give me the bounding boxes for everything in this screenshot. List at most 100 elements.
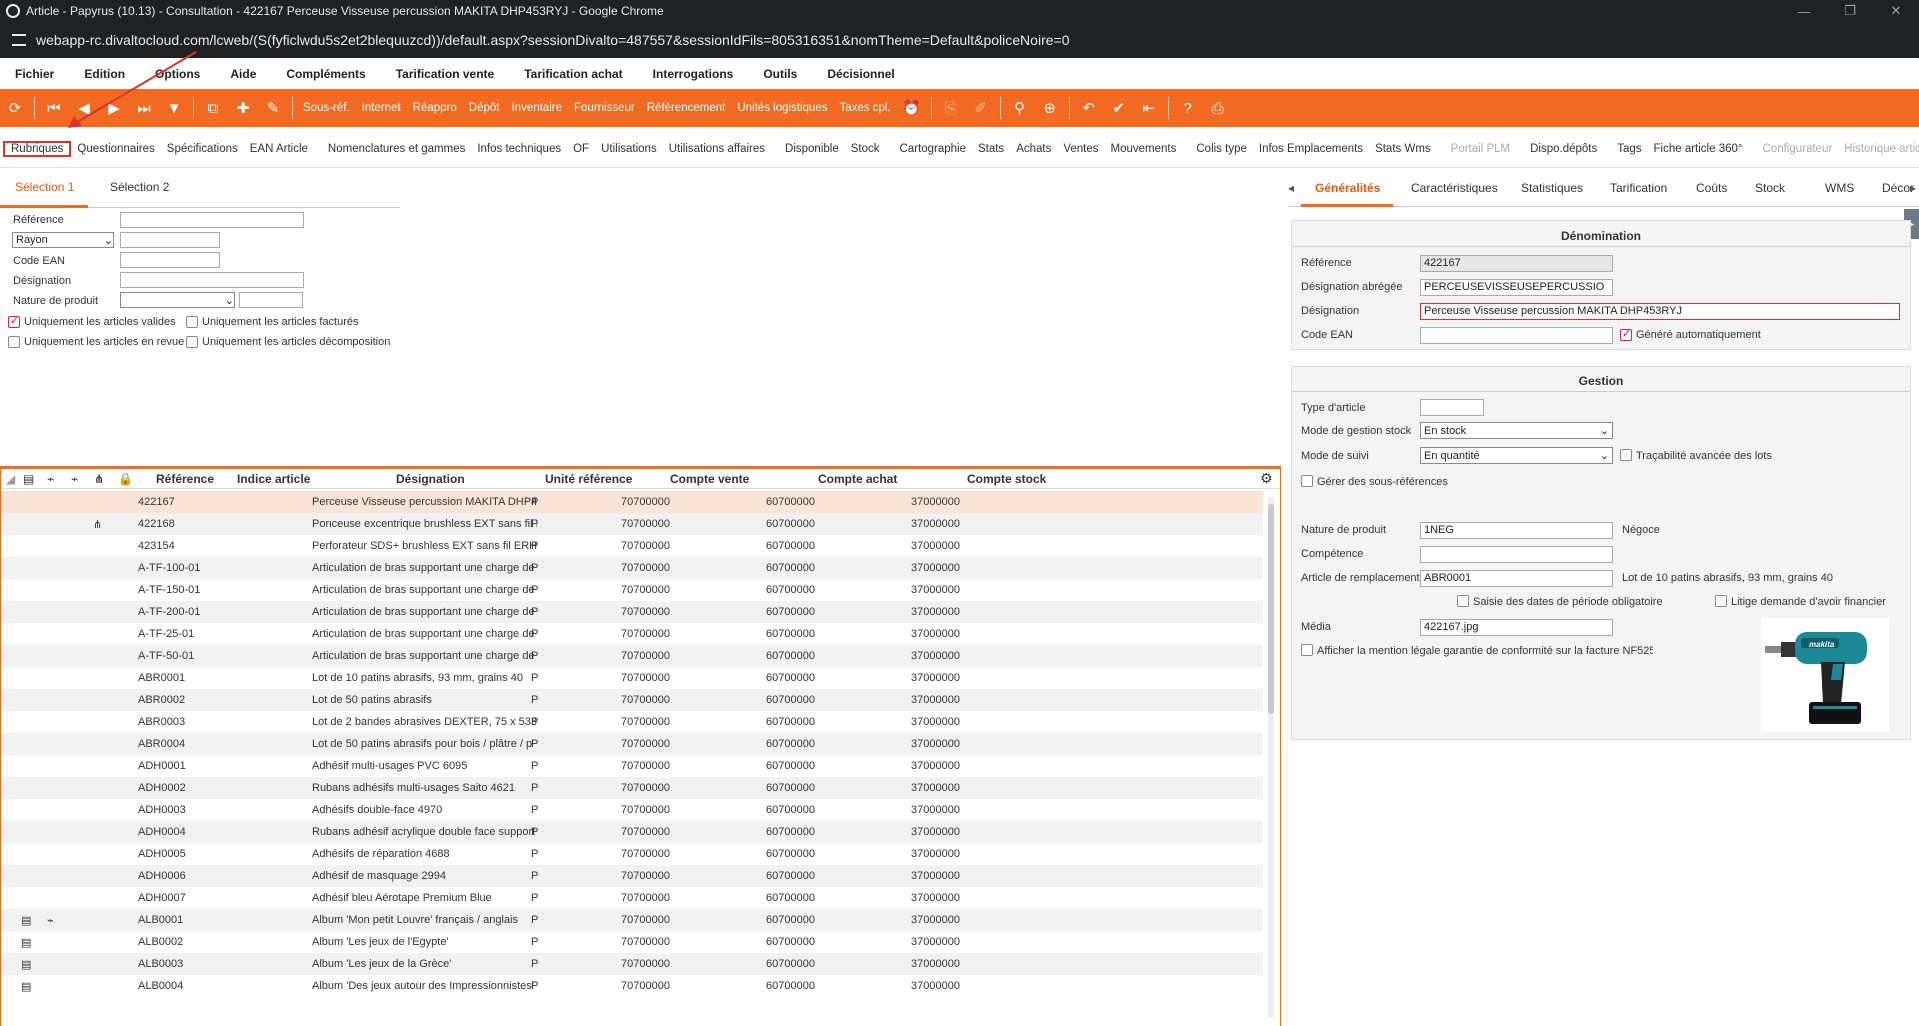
tab-selection-1[interactable]: Sélection 1 — [15, 180, 74, 194]
tab-g5-0[interactable]: Colis type — [1190, 143, 1253, 155]
tab-caracteristiques[interactable]: Caractéristiques — [1411, 181, 1498, 195]
den-reference-input[interactable]: 422167 — [1420, 255, 1613, 272]
lock-column-icon[interactable]: 🔒 — [118, 472, 133, 486]
tab-g4-2[interactable]: Achats — [1010, 143, 1057, 155]
tab-scroll-right-icon[interactable]: ▸ — [1910, 181, 1916, 195]
designation-input[interactable] — [120, 272, 304, 288]
attachment-column-icon[interactable]: ⌁ — [47, 472, 54, 486]
table-row[interactable]: ADH0007 Adhésif bleu Aérotape Premium Blu… — [1, 887, 1263, 909]
competence-input[interactable] — [1420, 546, 1613, 563]
chk-articles-factures[interactable] — [186, 316, 198, 328]
table-row[interactable]: ABR0002 Lot de 50 patins abrasifs P 7070000… — [1, 689, 1263, 711]
search-icon[interactable]: ⚲ — [1005, 89, 1035, 127]
restore-icon[interactable]: ❐ — [1827, 0, 1873, 22]
table-row[interactable]: ABR0004 Lot de 50 patins abrasifs pour bo… — [1, 733, 1263, 755]
table-row[interactable]: ADH0005 Adhésifs de réparation 4688 P 70700… — [1, 843, 1263, 865]
tree-column-icon[interactable]: ⋔ — [94, 472, 104, 486]
edit-icon[interactable]: ✎ — [258, 89, 288, 127]
tab-g3-0[interactable]: Disponible — [779, 143, 845, 155]
tab-g4-0[interactable]: Cartographie — [893, 143, 971, 155]
tab-g2-4[interactable]: Utilisations affaires — [663, 143, 771, 155]
tab-g5-2[interactable]: Stats Wms — [1369, 143, 1437, 155]
table-row[interactable]: A-TF-100-01 Articulation de bras supporta… — [1, 557, 1263, 579]
table-row[interactable]: ADH0003 Adhésifs double-face 4970 P 7070000… — [1, 799, 1263, 821]
col-indice-article[interactable]: Indice article — [237, 472, 310, 486]
menu-item-0[interactable]: Fichier — [0, 67, 69, 81]
address-bar[interactable]: webapp-rc.divaltocloud.com/lcweb/(S(fyfi… — [0, 22, 1919, 58]
tab-tarification[interactable]: Tarification — [1610, 181, 1667, 195]
print-icon[interactable]: ⎙ — [1203, 89, 1233, 127]
alarm-icon[interactable]: ⏰ — [897, 89, 927, 127]
notes-icon[interactable]: ▤ — [21, 980, 31, 993]
tab-g1-1[interactable]: Questionnaires — [71, 143, 160, 155]
tab-g8-1[interactable]: Fiche article 360° — [1648, 143, 1749, 155]
tab-g2-1[interactable]: Infos techniques — [471, 143, 567, 155]
table-row[interactable]: ABR0001 Lot de 10 patins abrasifs, 93 mm,… — [1, 667, 1263, 689]
tab-g5-1[interactable]: Infos Emplacements — [1253, 143, 1369, 155]
col-reference[interactable]: Référence — [156, 472, 214, 486]
chk-saisie-dates[interactable] — [1457, 595, 1469, 607]
table-row[interactable]: 422167 Perceuse Visseuse percussion MAKIT… — [1, 491, 1263, 513]
media-input[interactable]: 422167.jpg — [1420, 619, 1613, 636]
chk-sous-references[interactable] — [1301, 475, 1313, 487]
resize-handle-icon[interactable]: ◢ — [6, 472, 15, 486]
den-abregee-input[interactable]: PERCEUSEVISSEUSEPERCUSSIO — [1420, 279, 1613, 296]
tab-selection-2[interactable]: Sélection 2 — [110, 180, 169, 194]
notes-icon[interactable]: ▤ — [21, 958, 31, 971]
den-designation-input[interactable]: Perceuse Visseuse percussion MAKITA DHP4… — [1420, 303, 1900, 320]
code-ean-input[interactable] — [120, 252, 220, 268]
menu-item-5[interactable]: Tarification vente — [381, 67, 509, 81]
chk-tracabilite[interactable] — [1620, 449, 1632, 461]
menu-item-9[interactable]: Décisionnel — [812, 67, 909, 81]
nature-input[interactable] — [239, 292, 303, 308]
rayon-input[interactable] — [120, 232, 220, 248]
minimize-icon[interactable]: — — [1781, 0, 1827, 22]
table-row[interactable]: ABR0003 Lot de 2 bandes abrasives DEXTER,… — [1, 711, 1263, 733]
chk-articles-revue[interactable] — [8, 336, 20, 348]
toolbar-label-4[interactable]: Inventaire — [505, 102, 568, 114]
notes-column-icon[interactable]: ▤ — [23, 472, 34, 486]
exit-icon[interactable]: ⇤ — [1134, 89, 1164, 127]
tab-g1-0[interactable]: Rubriques — [3, 140, 72, 157]
tab-g4-3[interactable]: Ventes — [1057, 143, 1104, 155]
tab-g3-1[interactable]: Stock — [845, 143, 886, 155]
toolbar-label-7[interactable]: Unités logistiques — [731, 102, 833, 114]
undo-icon[interactable]: ↶ — [1074, 89, 1104, 127]
col-designation[interactable]: Désignation — [396, 472, 465, 486]
gear-icon[interactable]: ⚙ — [1260, 470, 1273, 487]
menu-item-6[interactable]: Tarification achat — [509, 67, 637, 81]
url-text[interactable]: webapp-rc.divaltocloud.com/lcweb/(S(fyfi… — [36, 32, 1069, 48]
table-row[interactable]: ALB0002 Album 'Les jeux de l'Egypte' P 7070… — [1, 931, 1263, 953]
table-row[interactable]: ALB0001 Album 'Mon petit Louvre' français… — [1, 909, 1263, 931]
help-icon[interactable]: ? — [1173, 89, 1203, 127]
toolbar-label-1[interactable]: Internet — [356, 102, 407, 114]
tab-scroll-left-icon[interactable]: ◂ — [1288, 181, 1294, 195]
attachment-icon[interactable]: ⌁ — [47, 914, 54, 927]
chk-genere-auto[interactable] — [1620, 327, 1632, 341]
tab-g4-4[interactable]: Mouvements — [1105, 143, 1183, 155]
tab-wms[interactable]: WMS — [1825, 181, 1854, 195]
toolbar-label-2[interactable]: Réappro — [407, 102, 463, 114]
type-article-input[interactable] — [1420, 399, 1484, 416]
remplacement-input[interactable]: ABR0001 — [1420, 570, 1613, 587]
tab-stock[interactable]: Stock — [1755, 181, 1785, 195]
tab-g2-2[interactable]: OF — [567, 143, 595, 155]
notes-icon[interactable]: ▤ — [21, 936, 31, 949]
table-row[interactable]: A-TF-25-01 Articulation de bras supportan… — [1, 623, 1263, 645]
tab-g1-3[interactable]: EAN Article — [244, 143, 314, 155]
refresh-icon[interactable]: ⟳ — [0, 89, 30, 127]
site-settings-icon[interactable] — [12, 34, 26, 46]
rayon-select[interactable]: Rayon ⌄ — [12, 232, 114, 248]
tab-g8-0[interactable]: Tags — [1611, 143, 1647, 155]
table-row[interactable]: ADH0002 Rubans adhésifs multi-usages Sait… — [1, 777, 1263, 799]
den-ean-input[interactable] — [1420, 327, 1613, 344]
tab-g1-2[interactable]: Spécifications — [161, 143, 244, 155]
tab-statistiques[interactable]: Statistiques — [1521, 181, 1583, 195]
col-compte-achat[interactable]: Compte achat — [818, 472, 897, 486]
table-row[interactable]: ALB0003 Album 'Les jeux de la Grèce' P 7070… — [1, 953, 1263, 975]
search-plus-icon[interactable]: ⊕ — [1035, 89, 1065, 127]
table-row[interactable]: ADH0004 Rubans adhésif acrylique double f… — [1, 821, 1263, 843]
toolbar-label-0[interactable]: Sous-réf. — [297, 102, 356, 114]
tree-icon[interactable]: ⋔ — [93, 518, 102, 531]
table-row[interactable]: A-TF-150-01 Articulation de bras supporta… — [1, 579, 1263, 601]
